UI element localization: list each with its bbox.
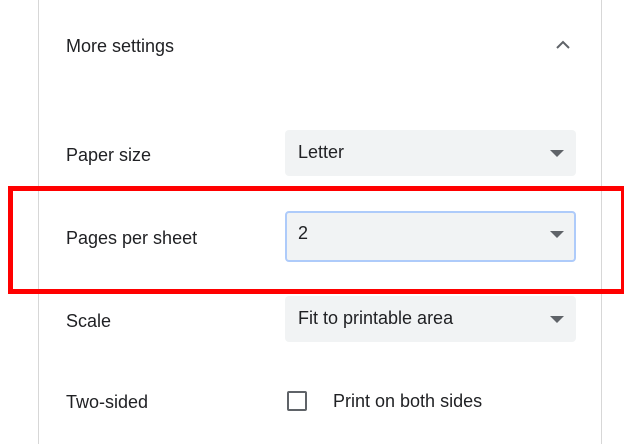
dropdown-arrow-icon [550,231,564,238]
more-settings-label: More settings [66,36,175,56]
print-both-sides-checkbox[interactable] [287,391,307,411]
paper-size-value: Letter [298,142,345,162]
pages-per-sheet-value: 2 [298,223,309,243]
dropdown-arrow-icon [550,316,564,323]
paper-size-select[interactable]: Letter [285,130,576,176]
print-both-sides-label[interactable]: Print on both sides [333,391,482,412]
chevron-up-icon[interactable] [554,36,572,54]
pages-per-sheet-select[interactable]: 2 [285,211,576,262]
dropdown-arrow-icon [550,150,564,157]
pages-per-sheet-label: Pages per sheet [66,228,198,248]
paper-size-label: Paper size [66,145,152,165]
two-sided-label: Two-sided [66,392,149,412]
scale-value: Fit to printable area [298,308,454,328]
scale-select[interactable]: Fit to printable area [285,296,576,342]
more-settings-header[interactable]: More settings [66,30,586,64]
scale-label: Scale [66,311,112,331]
print-settings-screen: More settings Paper size Letter Pages pe… [0,0,624,444]
